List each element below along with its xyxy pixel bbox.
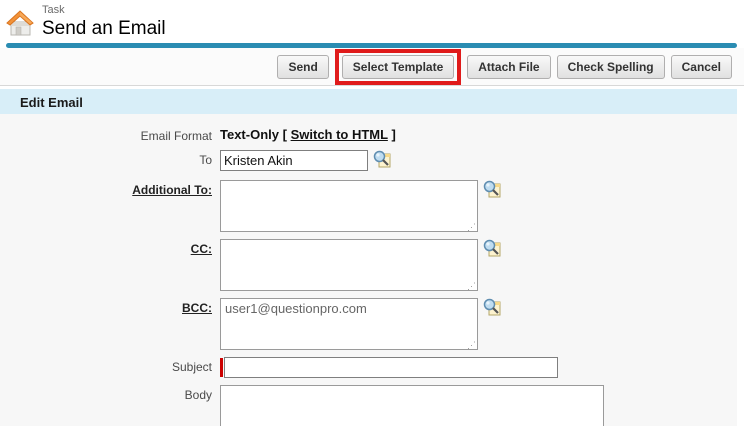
subject-input[interactable] bbox=[224, 357, 558, 378]
additional-to-label-link[interactable]: Additional To: bbox=[132, 183, 212, 197]
attach-file-button[interactable]: Attach File bbox=[467, 55, 550, 79]
record-type-label: Task bbox=[42, 4, 744, 17]
bracket-open: [ bbox=[283, 127, 287, 142]
to-row: To bbox=[0, 150, 737, 173]
additional-to-textarea[interactable] bbox=[220, 180, 478, 232]
subject-label: Subject bbox=[0, 357, 220, 374]
edit-email-form: Email Format Text-Only [ Switch to HTML … bbox=[0, 114, 737, 426]
bracket-close: ] bbox=[391, 127, 395, 142]
cancel-button[interactable]: Cancel bbox=[671, 55, 732, 79]
cc-lookup-icon[interactable] bbox=[483, 239, 501, 262]
required-field-marker bbox=[220, 358, 223, 377]
additional-to-lookup-icon[interactable] bbox=[483, 180, 501, 203]
page-header: Task Send an Email bbox=[0, 0, 744, 42]
bcc-lookup-icon[interactable] bbox=[483, 298, 501, 321]
section-header-edit-email: Edit Email bbox=[0, 89, 737, 114]
bcc-label-link[interactable]: BCC: bbox=[182, 301, 212, 315]
email-format-row: Email Format Text-Only [ Switch to HTML … bbox=[0, 126, 737, 143]
body-label: Body bbox=[0, 385, 220, 402]
annotation-highlight-box: Select Template bbox=[335, 49, 461, 85]
switch-to-html-link[interactable]: Switch to HTML bbox=[291, 127, 388, 142]
to-label: To bbox=[0, 150, 220, 167]
email-format-label: Email Format bbox=[0, 126, 220, 143]
cc-label-link[interactable]: CC: bbox=[191, 242, 212, 256]
bcc-textarea[interactable]: user1@questionpro.com bbox=[220, 298, 478, 350]
email-format-current: Text-Only bbox=[220, 127, 279, 142]
bcc-row: BCC: user1@questionpro.com ⋰ bbox=[0, 298, 737, 350]
send-button[interactable]: Send bbox=[277, 55, 328, 79]
to-lookup-icon[interactable] bbox=[373, 150, 391, 173]
page-title: Send an Email bbox=[42, 17, 744, 41]
additional-to-row: Additional To: ⋰ bbox=[0, 180, 737, 232]
task-home-icon bbox=[4, 8, 36, 40]
body-row: Body ⋰ bbox=[0, 385, 737, 426]
action-toolbar: Send Select Template Attach File Check S… bbox=[0, 48, 744, 86]
select-template-button[interactable]: Select Template bbox=[342, 55, 454, 79]
check-spelling-button[interactable]: Check Spelling bbox=[557, 55, 665, 79]
email-format-value: Text-Only [ Switch to HTML ] bbox=[220, 126, 396, 142]
cc-textarea[interactable] bbox=[220, 239, 478, 291]
body-textarea[interactable] bbox=[220, 385, 604, 426]
cc-row: CC: ⋰ bbox=[0, 239, 737, 291]
subject-row: Subject bbox=[0, 357, 737, 378]
to-input[interactable] bbox=[220, 150, 368, 171]
